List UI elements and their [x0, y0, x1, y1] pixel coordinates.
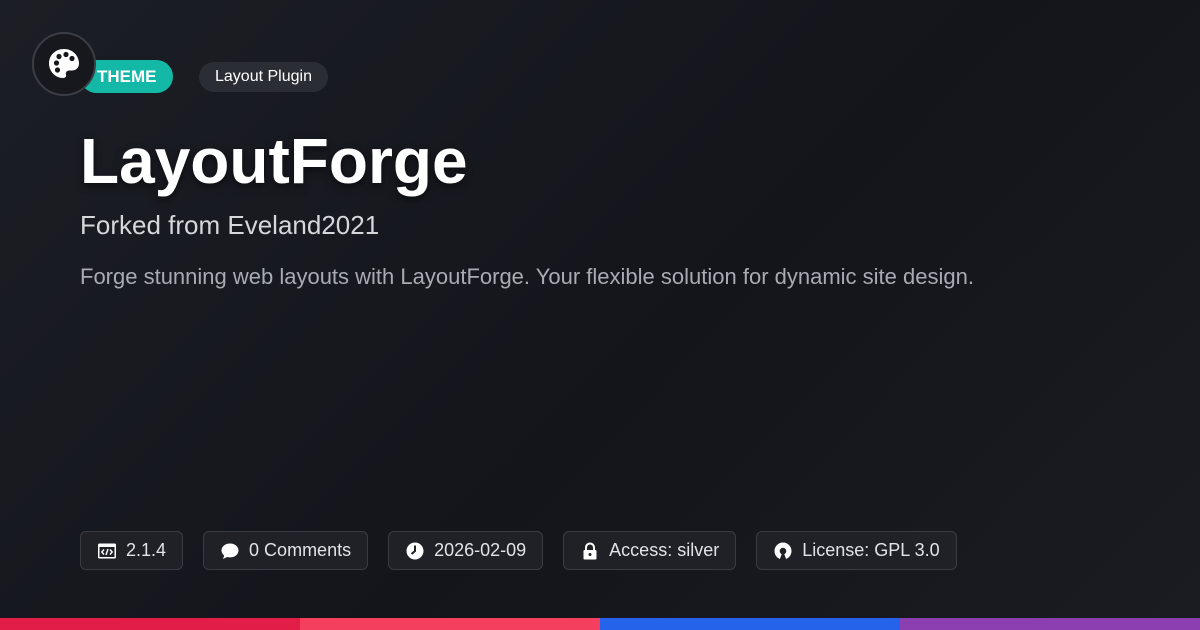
version-chip: 2.1.4	[80, 531, 184, 570]
category-badge[interactable]: Layout Plugin	[199, 62, 328, 92]
access-level: Access: silver	[609, 540, 720, 560]
palette-icon	[49, 49, 79, 78]
license-chip: License: GPL 3.0	[756, 531, 957, 570]
clock-icon	[405, 541, 425, 561]
license-value: License: GPL 3.0	[802, 540, 940, 560]
description: Forge stunning web layouts with LayoutFo…	[80, 264, 974, 289]
date-value: 2026-02-09	[434, 540, 527, 560]
speech-bubble-icon	[220, 541, 240, 561]
comments-count: 0 Comments	[249, 540, 352, 560]
open-source-icon	[773, 541, 793, 561]
code-window-icon	[97, 541, 117, 561]
stripe-segment	[0, 618, 300, 630]
meta-row: 2.1.4 0 Comments 2026-02-09 Access: silv…	[80, 531, 957, 570]
date-chip: 2026-02-09	[388, 531, 544, 570]
access-chip: Access: silver	[563, 531, 737, 570]
lock-icon	[580, 541, 600, 561]
palette-logo	[32, 32, 96, 96]
stripe-segment	[900, 618, 1200, 630]
version-value: 2.1.4	[126, 540, 167, 560]
comments-chip[interactable]: 0 Comments	[203, 531, 369, 570]
stripe-segment	[300, 618, 600, 630]
forked-from-subtitle: Forked from Eveland2021	[80, 210, 380, 240]
page-title: LayoutForge	[80, 125, 468, 197]
stripe-segment	[600, 618, 900, 630]
color-stripe	[0, 618, 1200, 630]
